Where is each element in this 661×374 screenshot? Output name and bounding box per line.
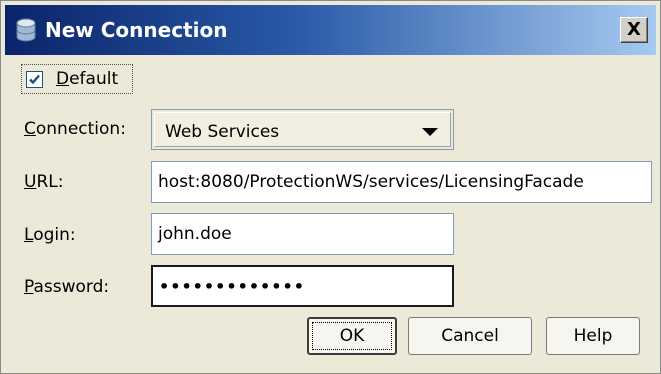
login-field[interactable]: john.doe [151,213,454,255]
default-checkbox-row[interactable]: Default [21,64,133,94]
connection-label: Connection: [24,119,126,139]
checkmark-icon [29,74,40,85]
default-checkbox-label: Default [56,69,119,89]
window-title: New Connection [45,18,228,42]
login-label: Login: [24,225,76,245]
title-bar[interactable]: New Connection X [5,5,656,55]
default-checkbox[interactable] [26,71,43,88]
password-value: ••••••••••••• [159,276,305,296]
database-icon [15,18,37,42]
close-button[interactable]: X [620,17,648,43]
url-field[interactable]: host:8080/ProtectionWS/services/Licensin… [151,161,652,203]
url-label: URL: [24,172,64,192]
url-value: host:8080/ProtectionWS/services/Licensin… [158,172,584,192]
password-label: Password: [24,277,110,297]
dropdown-arrow-icon[interactable] [422,128,438,136]
ok-button[interactable]: OK [307,317,397,355]
login-value: john.doe [158,224,232,244]
connection-dropdown[interactable]: Web Services [151,109,454,150]
password-field[interactable]: ••••••••••••• [151,265,454,307]
new-connection-dialog: New Connection X Default Connection: Web… [0,0,661,374]
cancel-button[interactable]: Cancel [408,317,532,355]
help-button[interactable]: Help [546,317,640,355]
connection-selected-value: Web Services [165,122,280,142]
